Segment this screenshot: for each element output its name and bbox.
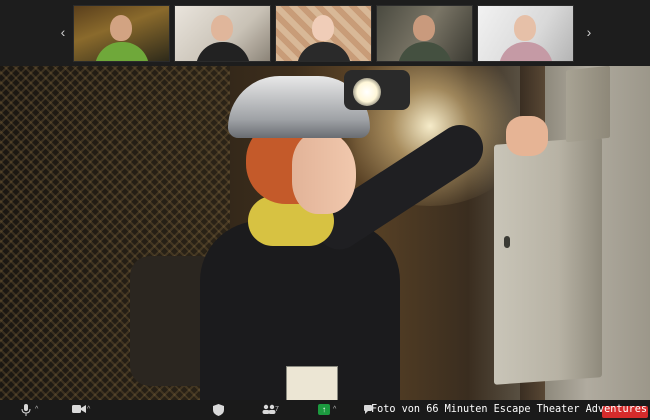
participant-tile-2[interactable]: [174, 5, 271, 62]
shield-icon: [212, 403, 224, 416]
microphone-icon: [20, 403, 32, 416]
chevron-up-icon[interactable]: ^: [87, 402, 90, 417]
chevron-up-icon[interactable]: ^: [333, 402, 336, 417]
participant-head: [413, 15, 435, 41]
participants-button[interactable]: 7: [262, 402, 279, 417]
keyhole: [504, 236, 510, 248]
metal-box-lid: [566, 66, 610, 143]
gallery-strip: ‹ ›: [0, 0, 650, 66]
gallery-prev-button[interactable]: ‹: [56, 24, 70, 40]
active-speaker-video: [0, 66, 650, 400]
participant-head: [211, 15, 233, 41]
participant-head: [514, 15, 536, 41]
participant-tile-3[interactable]: [275, 5, 372, 62]
participants-count: 7: [275, 406, 279, 413]
person-hand: [506, 116, 548, 156]
security-button[interactable]: [212, 402, 224, 417]
participant-head: [312, 15, 334, 41]
chevron-up-icon[interactable]: ^: [35, 402, 38, 417]
share-screen-button[interactable]: ↑ ^: [318, 402, 336, 417]
name-badge: [286, 366, 338, 400]
mute-button[interactable]: ^: [20, 402, 38, 417]
share-screen-icon: ↑: [318, 404, 330, 415]
person-face: [292, 132, 356, 214]
headlamp-light: [353, 78, 381, 106]
people-icon: [262, 404, 276, 416]
gallery-next-button[interactable]: ›: [582, 24, 596, 40]
participant-tile-4[interactable]: [376, 5, 473, 62]
participant-tile-1[interactable]: [73, 5, 170, 62]
video-button[interactable]: ^: [72, 402, 90, 417]
metal-box: [494, 137, 602, 385]
participant-tile-5[interactable]: [477, 5, 574, 62]
photo-credit-caption: Foto von 66 Minuten Escape Theater Adven…: [371, 404, 648, 415]
zoom-meeting-window: ‹ › ^ ^ 7 ↑ ^ Foto von 66 Minuten Escape…: [0, 0, 650, 419]
participant-head: [110, 15, 132, 41]
video-camera-icon: [72, 404, 86, 416]
